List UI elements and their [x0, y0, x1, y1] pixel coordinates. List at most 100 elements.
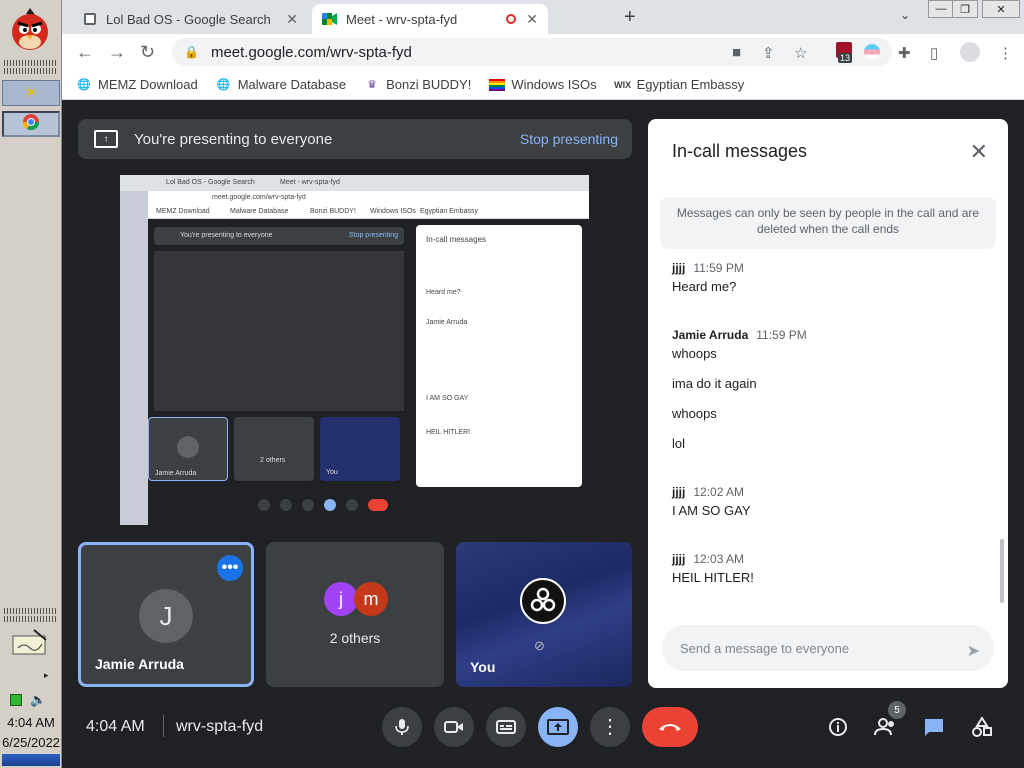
- taskbar-chrome-button[interactable]: [2, 111, 60, 137]
- minimize-button[interactable]: —: [928, 0, 954, 18]
- participant-tile-others[interactable]: j m 2 others: [266, 542, 444, 687]
- present-button[interactable]: [538, 707, 578, 747]
- message-text: whoops: [672, 346, 717, 361]
- message-sender: jjjj: [672, 261, 686, 275]
- video-camera-icon: [444, 721, 463, 733]
- participant-tile-jamie[interactable]: J ••• Jamie Arruda: [78, 542, 254, 687]
- extension-badge: 13: [838, 53, 853, 63]
- bookmarks-bar: 🌐 MEMZ Download 🌐 Malware Database ♛ Bonzi …: [62, 70, 1024, 100]
- message-sender: jjjj: [672, 485, 686, 499]
- wix-icon: WIX: [614, 79, 632, 90]
- meet-stage: ↑ You're presenting to everyone Stop pre…: [62, 101, 1024, 768]
- signature-pad-icon[interactable]: [12, 628, 48, 658]
- preview-bookmark: Malware Database: [230, 208, 289, 215]
- microphone-button[interactable]: [382, 707, 422, 747]
- forward-icon[interactable]: →: [108, 42, 126, 63]
- close-icon[interactable]: ✕: [970, 139, 988, 165]
- close-icon[interactable]: ✕: [286, 11, 298, 28]
- preview-tile-label: 2 others: [260, 457, 286, 464]
- message-text: Heard me?: [672, 279, 737, 294]
- captions-button[interactable]: [486, 707, 526, 747]
- bookmark-windows-isos[interactable]: Windows ISOs: [489, 77, 597, 93]
- tab-google-search[interactable]: Lol Bad OS - Google Search ✕: [72, 4, 308, 34]
- flag-extension-icon[interactable]: [864, 44, 880, 60]
- preview-tile: You: [320, 417, 400, 481]
- network-icon[interactable]: [10, 694, 22, 706]
- divider: [163, 715, 164, 737]
- close-window-button[interactable]: ✕: [982, 0, 1020, 18]
- present-screen-icon: [547, 719, 569, 735]
- chrome-icon: [22, 113, 40, 136]
- maximize-button[interactable]: ❐: [952, 0, 978, 18]
- preview-meet: You're presenting to everyone Stop prese…: [148, 219, 589, 525]
- tray-clock[interactable]: 4:04 AM: [0, 715, 62, 730]
- tab-meet[interactable]: Meet - wrv-spta-fyd ✕: [312, 4, 548, 34]
- tab-title: Lol Bad OS - Google Search: [106, 11, 271, 27]
- message-text: HEIL HITLER!: [672, 570, 754, 585]
- captions-icon: [496, 720, 516, 734]
- menu-kebab-icon[interactable]: ⋮: [998, 44, 1013, 62]
- present-screen-icon: ↑: [94, 130, 118, 148]
- message-sender: jjjj: [672, 552, 686, 566]
- activities-icon[interactable]: [968, 713, 996, 741]
- meeting-code: wrv-spta-fyd: [176, 718, 264, 735]
- taskbar-grip[interactable]: [4, 68, 58, 74]
- camera-button[interactable]: [434, 707, 474, 747]
- chat-icon[interactable]: [920, 713, 948, 741]
- tray-date[interactable]: 6/25/2022: [0, 735, 62, 750]
- new-tab-icon[interactable]: +: [624, 6, 636, 29]
- camera-icon[interactable]: ■: [732, 44, 741, 61]
- end-call-button[interactable]: [642, 707, 698, 747]
- message-time: 12:02 AM: [693, 485, 745, 499]
- message-text: whoops: [672, 406, 717, 421]
- speaker-icon[interactable]: 🔈: [30, 692, 46, 708]
- preview-tile-name: You: [326, 469, 338, 476]
- taskbar: ☀ ▸ 🔈 4:04 AM 6/25/2022: [0, 0, 62, 768]
- globe-icon: 🌐: [77, 79, 91, 91]
- more-options-button[interactable]: ⋮: [590, 707, 630, 747]
- angry-bird-start-icon[interactable]: [6, 4, 54, 52]
- url-text: meet.google.com/wrv-spta-fyd: [210, 43, 412, 61]
- tab-title: Meet - wrv-spta-fyd: [346, 11, 458, 27]
- avatar: J: [139, 589, 193, 643]
- presenting-banner: ↑ You're presenting to everyone Stop pre…: [78, 119, 632, 159]
- taskbar-grip[interactable]: [4, 616, 58, 622]
- meeting-time: 4:04 AM: [86, 718, 145, 735]
- chat-scrollbar[interactable]: [1000, 539, 1004, 603]
- hang-up-icon: [659, 724, 681, 731]
- bookmark-memz[interactable]: 🌐 MEMZ Download: [76, 77, 198, 93]
- tab-search-chevron-icon[interactable]: ⌄: [900, 8, 910, 22]
- taskbar-footer: [2, 754, 60, 766]
- address-bar[interactable]: 🔒 meet.google.com/wrv-spta-fyd: [172, 38, 892, 66]
- rainbow-flag-icon: [489, 77, 506, 93]
- message-header: Jamie Arruda 11:59 PM: [672, 328, 807, 342]
- participant-tile-you[interactable]: ⊘ You: [456, 542, 632, 687]
- message-header: jjjj 11:59 PM: [672, 261, 744, 275]
- grid-icon: [82, 11, 98, 27]
- preview-chat: In-call messages Heard me? Jamie Arruda …: [416, 225, 582, 487]
- back-icon[interactable]: ←: [76, 42, 94, 63]
- send-icon[interactable]: ➤: [967, 641, 980, 661]
- preview-chat-line: I AM SO GAY: [426, 395, 469, 402]
- chat-message-input[interactable]: Send a message to everyone ➤: [662, 625, 994, 671]
- tray-expand-arrow[interactable]: ▸: [44, 670, 49, 681]
- reload-icon[interactable]: ↻: [140, 42, 155, 63]
- share-icon[interactable]: ⇪: [762, 44, 775, 62]
- puzzle-icon[interactable]: ✚: [898, 44, 911, 62]
- preview-chat-line: Jamie Arruda: [426, 319, 468, 326]
- message-time: 12:03 AM: [693, 552, 745, 566]
- profile-avatar[interactable]: [960, 42, 980, 62]
- taskbar-grip[interactable]: [4, 60, 58, 66]
- bookmark-bonzi[interactable]: ♛ Bonzi BUDDY!: [364, 77, 471, 93]
- more-options-icon[interactable]: •••: [217, 555, 243, 581]
- meeting-info-icon[interactable]: [824, 713, 852, 741]
- taskbar-grip[interactable]: [4, 608, 58, 614]
- stop-presenting-button[interactable]: Stop presenting: [520, 131, 618, 147]
- bookmark-malware-database[interactable]: 🌐 Malware Database: [216, 77, 346, 93]
- bookmark-egyptian-embassy[interactable]: WIX Egyptian Embassy: [614, 77, 744, 93]
- side-panel-icon[interactable]: ▯: [930, 44, 938, 62]
- taskbar-app-button[interactable]: ☀: [2, 80, 60, 106]
- close-icon[interactable]: ✕: [526, 11, 538, 28]
- star-icon[interactable]: ☆: [794, 44, 807, 62]
- microphone-icon: [395, 719, 409, 735]
